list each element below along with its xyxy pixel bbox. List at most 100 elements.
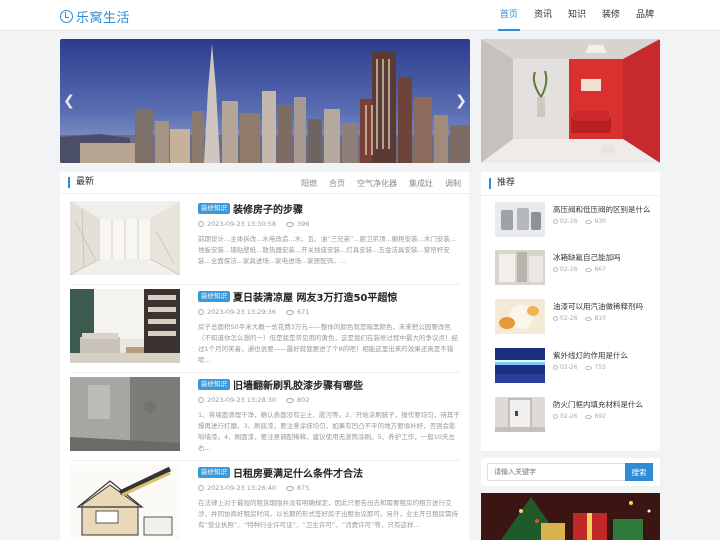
recommend-item[interactable]: 高压阀和低压阀的区别是什么 02-26 930: [495, 202, 655, 242]
recommend-item[interactable]: 冰箱缺氟自己能加吗 02-26 667: [495, 250, 655, 290]
tag-filter-item[interactable]: 合页: [329, 178, 345, 189]
recommend-item[interactable]: 防火门框内填充材料是什么 02-26 692: [495, 397, 655, 437]
article-thumbnail[interactable]: [70, 289, 180, 363]
tag-filter-item[interactable]: 集成灶: [409, 178, 433, 189]
article-title[interactable]: 夏日装清凉屋 网友3万打造50平超惊: [233, 289, 397, 304]
recommend-item[interactable]: 紫外线灯的作用是什么 02-26 755: [495, 348, 655, 388]
site-header: 乐窝生活 首页 资讯 知识 装修 品牌: [0, 0, 720, 31]
article-meta: 2023-09-23 13:26:40 875: [198, 484, 309, 492]
article-thumbnail[interactable]: [70, 465, 180, 539]
article-item[interactable]: 装修知识 旧墙翻新刷乳胶漆步骤有哪些 2023-09-23 13:28:30 8…: [70, 377, 460, 461]
recommend-views: 755: [594, 364, 606, 371]
recommend-title-link[interactable]: 紫外线灯的作用是什么: [553, 350, 628, 361]
article-summary: 前期设计...主体拆改...水电改造...木、瓦、油“三兄弟”...厨卫吊顶..…: [198, 235, 457, 265]
recommend-thumbnail[interactable]: [495, 250, 545, 285]
article-date: 2023-09-23 13:29:36: [207, 308, 277, 316]
article-item[interactable]: 装修知识 夏日装清凉屋 网友3万打造50平超惊 2023-09-23 13:29…: [70, 289, 460, 373]
recommend-date: 02-26: [560, 218, 578, 225]
recommend-panel: 推荐 高压阀和低压阀的区别是什么 02-26 930 冰箱缺氟自己能加吗 02-…: [481, 172, 660, 451]
clock-icon: [198, 397, 204, 403]
recommend-meta: 02-26 755: [553, 364, 606, 371]
recommend-title-link[interactable]: 高压阀和低压阀的区别是什么: [553, 204, 651, 215]
recommend-date: 02-26: [560, 413, 578, 420]
recommend-date: 02-26: [560, 315, 578, 322]
clock-icon: [198, 221, 204, 227]
recommend-meta: 02-26 692: [553, 413, 606, 420]
recommend-thumbnail[interactable]: [495, 202, 545, 237]
nav-knowledge[interactable]: 知识: [568, 0, 586, 31]
article-meta: 2023-09-23 13:28:30 802: [198, 396, 309, 404]
article-thumbnail[interactable]: [70, 201, 180, 275]
tag-filter-item[interactable]: 调制: [445, 178, 461, 189]
recommend-thumbnail[interactable]: [495, 397, 545, 432]
banner-carousel[interactable]: ❮ ❯: [60, 39, 470, 163]
eye-icon: [286, 221, 295, 227]
article-summary: 房子总面积50平米大概一总花费3万元——整体的颜色就是暗黑颜色，未来把公园要改色…: [198, 323, 458, 364]
article-title[interactable]: 旧墙翻新刷乳胶漆步骤有哪些: [233, 377, 363, 392]
tag-filter-item[interactable]: 空气净化器: [357, 178, 397, 189]
recommend-title-link[interactable]: 油漆可以用汽油做稀释剂吗: [553, 301, 643, 312]
recommend-views: 667: [594, 266, 606, 273]
clock-icon: [553, 316, 558, 321]
main-nav: 首页 资讯 知识 装修 品牌: [484, 0, 654, 31]
category-badge[interactable]: 装修知识: [198, 291, 230, 302]
article-date: 2023-09-23 13:30:58: [207, 220, 277, 228]
nav-home[interactable]: 首页: [497, 0, 520, 31]
clock-icon: [553, 219, 558, 224]
recommend-meta: 02-26 930: [553, 218, 606, 225]
latest-title: 最新: [68, 177, 94, 188]
nav-news[interactable]: 资讯: [534, 0, 552, 31]
recommend-panel-header: 推荐: [481, 172, 660, 196]
eye-icon: [585, 414, 593, 419]
article-meta: 2023-09-23 13:30:58 396: [198, 220, 309, 228]
city-skyline-image: [60, 39, 470, 163]
site-logo[interactable]: 乐窝生活: [60, 7, 130, 26]
recommend-views: 930: [594, 218, 606, 225]
recommend-title-link[interactable]: 防火门框内填充材料是什么: [553, 399, 643, 410]
article-thumbnail[interactable]: [70, 377, 180, 451]
banner-prev-icon[interactable]: ❮: [63, 93, 75, 109]
nav-brand[interactable]: 品牌: [636, 0, 654, 31]
christmas-gifts-image[interactable]: [481, 493, 660, 540]
recommend-views: 692: [594, 413, 606, 420]
eye-icon: [585, 316, 593, 321]
banner-next-icon[interactable]: ❯: [455, 93, 467, 109]
clock-icon: [198, 485, 204, 491]
recommend-title-link[interactable]: 冰箱缺氟自己能加吗: [553, 252, 621, 263]
divider: [70, 372, 460, 373]
article-summary: 在法律上对于最短的租赁期限并没有明确规定，因此只要告出去和需要租房的租方进行交涉…: [198, 499, 458, 529]
recommend-thumbnail[interactable]: [495, 348, 545, 383]
article-title[interactable]: 日租房要满足什么条件才合法: [233, 465, 363, 480]
search-panel: 搜索: [481, 458, 660, 486]
recommend-thumbnail[interactable]: [495, 299, 545, 334]
red-living-room-image[interactable]: [481, 39, 660, 163]
article-item[interactable]: 装修知识 装修房子的步骤 2023-09-23 13:30:58 396 前期设…: [70, 201, 460, 285]
article-meta: 2023-09-23 13:29:36 671: [198, 308, 309, 316]
category-badge[interactable]: 装修知识: [198, 379, 230, 390]
eye-icon: [286, 485, 295, 491]
article-views: 802: [297, 396, 310, 404]
category-badge[interactable]: 装修知识: [198, 467, 230, 478]
divider: [70, 284, 460, 285]
article-item[interactable]: 装修知识 日租房要满足什么条件才合法 2023-09-23 13:26:40 8…: [70, 465, 460, 540]
search-button[interactable]: 搜索: [625, 463, 653, 481]
logo-text: 乐窝生活: [76, 11, 131, 26]
nav-decoration[interactable]: 装修: [602, 0, 620, 31]
tag-filter-item[interactable]: 阳燃: [301, 178, 317, 189]
search-input[interactable]: [487, 463, 625, 481]
eye-icon: [585, 219, 593, 224]
clock-icon: [198, 309, 204, 315]
article-title[interactable]: 装修房子的步骤: [233, 201, 303, 216]
recommend-meta: 02-26 810: [553, 315, 606, 322]
eye-icon: [286, 309, 295, 315]
recommend-date: 02-26: [560, 266, 578, 273]
recommend-item[interactable]: 油漆可以用汽油做稀释剂吗 02-26 810: [495, 299, 655, 339]
category-badge[interactable]: 装修知识: [198, 203, 230, 214]
tag-filter-list: 阳燃 合页 空气净化器 集成灶 调制: [289, 178, 461, 189]
recommend-meta: 02-26 667: [553, 266, 606, 273]
recommend-views: 810: [594, 315, 606, 322]
latest-panel-header: 最新 阳燃 合页 空气净化器 集成灶 调制: [60, 172, 469, 194]
article-views: 671: [297, 308, 310, 316]
clock-icon: [553, 414, 558, 419]
article-date: 2023-09-23 13:26:40: [207, 484, 277, 492]
